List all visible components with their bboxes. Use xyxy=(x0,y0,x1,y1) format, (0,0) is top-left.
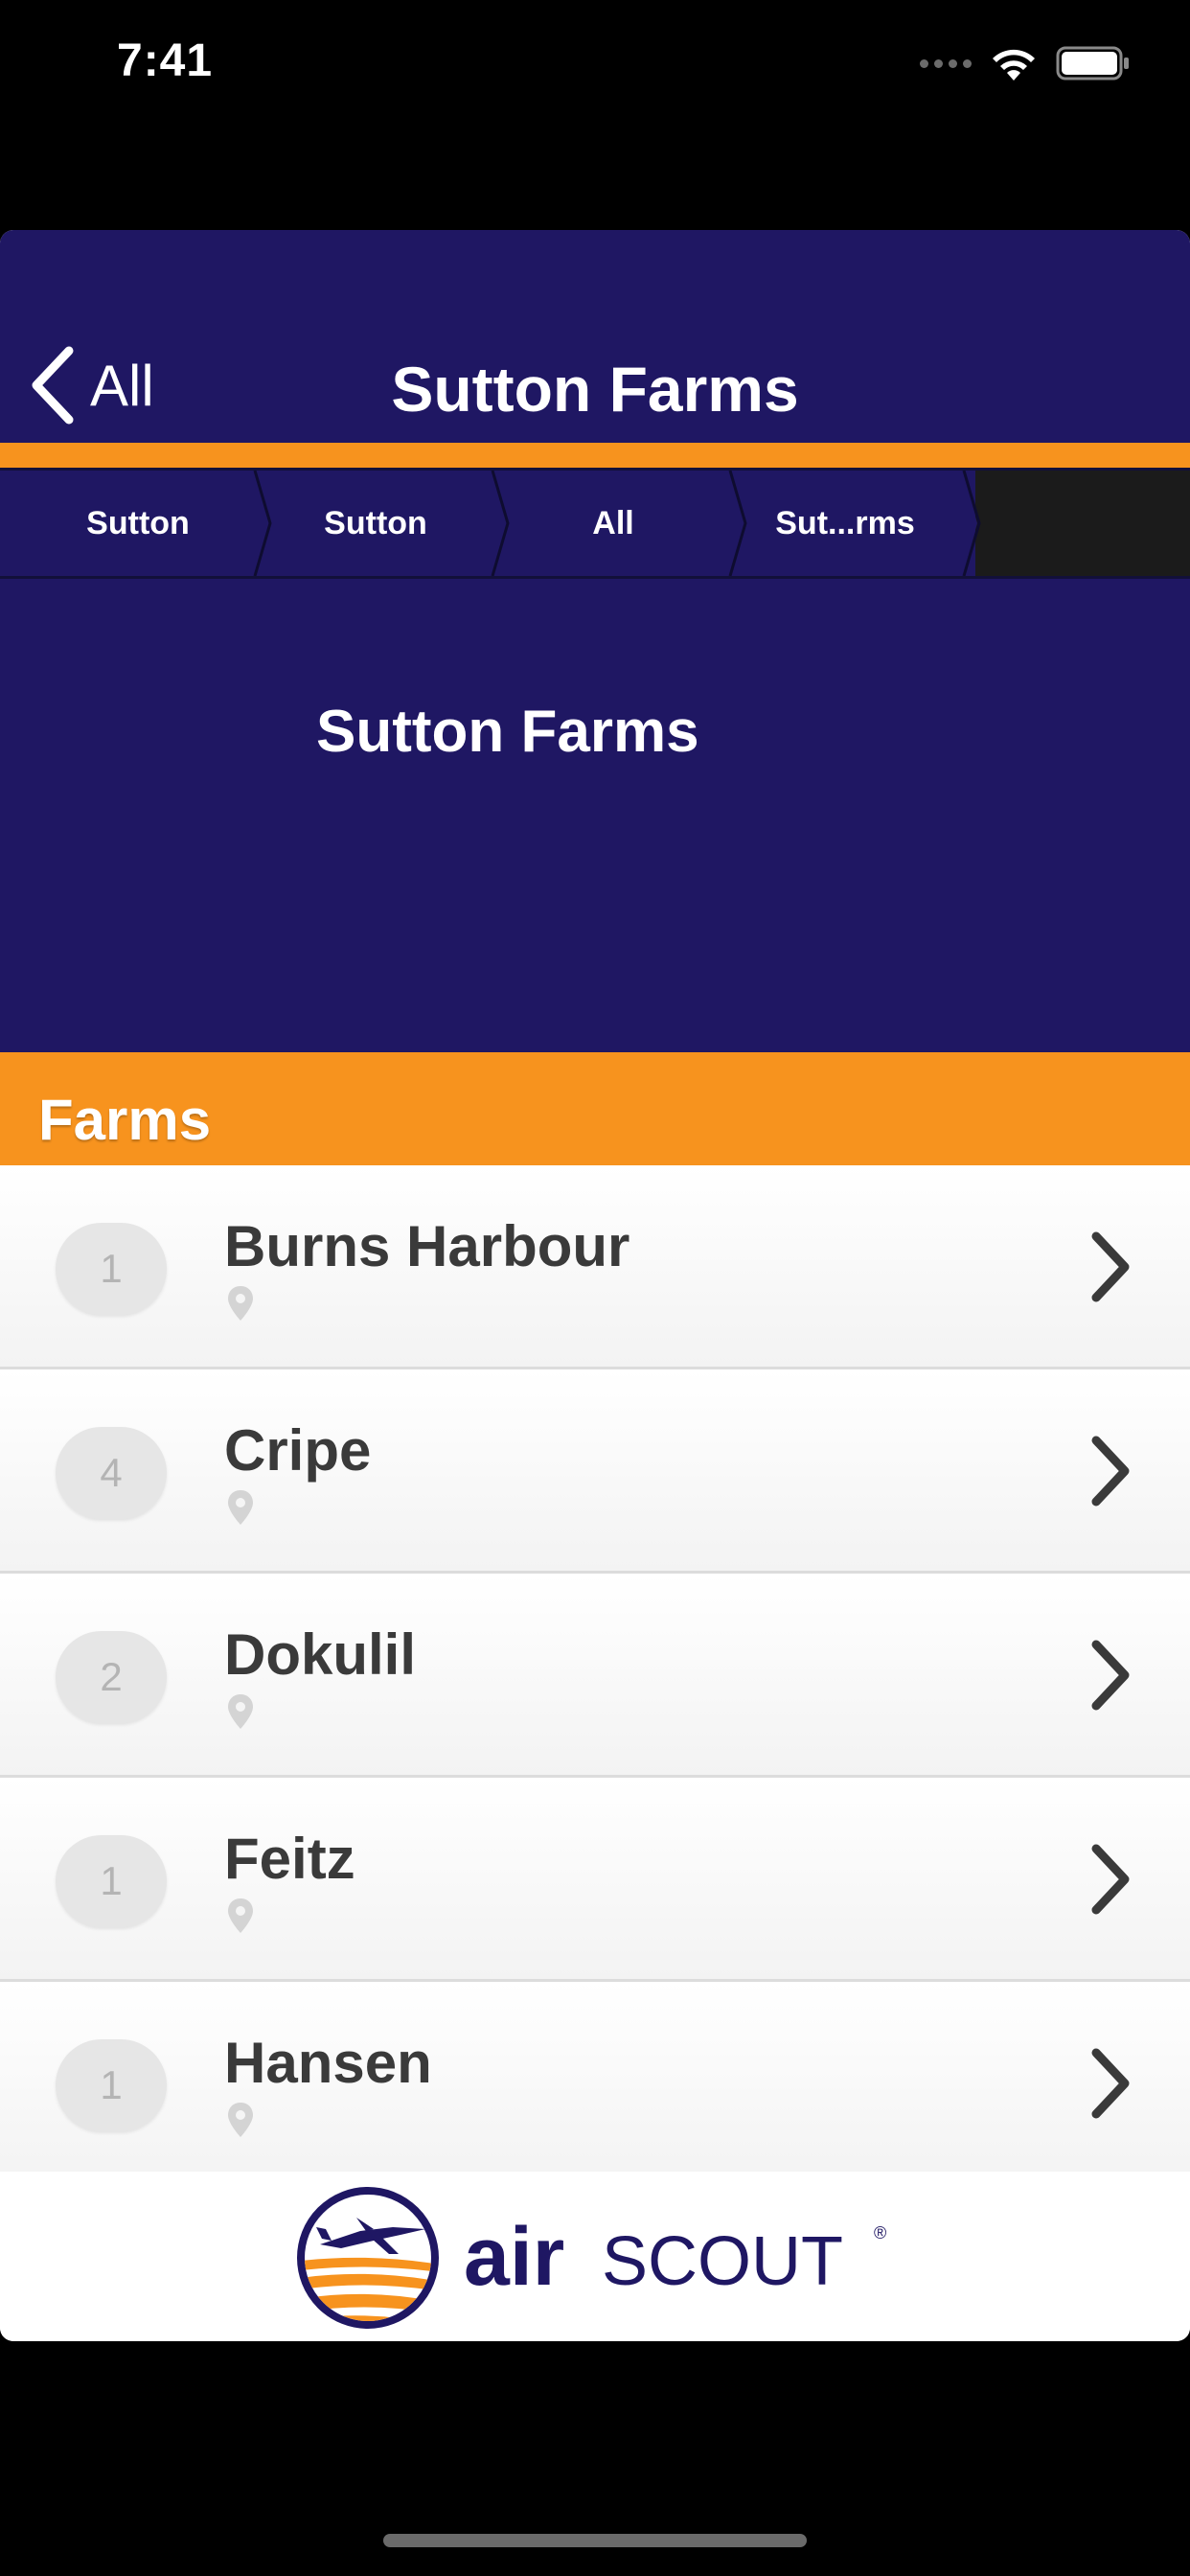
nav-accent-stripe xyxy=(0,443,1190,468)
list-item[interactable]: 2 Dokulil xyxy=(0,1574,1190,1778)
section-title: Farms xyxy=(38,1088,212,1152)
count-badge: 1 xyxy=(56,1835,167,1927)
map-pin-icon xyxy=(228,1898,253,1933)
map-pin-icon xyxy=(228,1694,253,1729)
farm-name: Hansen xyxy=(224,2031,432,2095)
nav-title: Sutton Farms xyxy=(391,354,799,425)
farm-name: Burns Harbour xyxy=(224,1214,630,1278)
count-badge: 1 xyxy=(56,2039,167,2131)
farm-name: Dokulil xyxy=(224,1622,417,1687)
footer: air SCOUT ® xyxy=(0,2172,1190,2341)
logo-registered-mark: ® xyxy=(874,2223,886,2242)
chevron-right-icon xyxy=(1091,1436,1130,1506)
status-time: 7:41 xyxy=(117,35,214,86)
count-badge: 4 xyxy=(56,1427,167,1519)
wifi-icon xyxy=(989,44,1039,82)
breadcrumb-separator xyxy=(962,471,981,576)
count-badge: 1 xyxy=(56,1223,167,1315)
list-item[interactable]: 4 Cripe xyxy=(0,1369,1190,1574)
logo-word-air: air xyxy=(464,2211,564,2303)
list-item[interactable]: 1 Feitz xyxy=(0,1778,1190,1982)
navigation-bar: All Sutton Farms xyxy=(0,230,1190,443)
map-pin-icon xyxy=(228,1286,253,1321)
status-bar: 7:41 xyxy=(0,0,1190,134)
section-header: Farms xyxy=(0,1052,1190,1165)
status-icons xyxy=(920,44,1131,82)
chevron-right-icon xyxy=(1091,1640,1130,1711)
map-pin-icon xyxy=(228,2103,253,2137)
farm-name: Feitz xyxy=(224,1827,355,1891)
count-badge: 2 xyxy=(56,1631,167,1723)
breadcrumb-empty-area xyxy=(975,471,1190,576)
header-title: Sutton Farms xyxy=(316,699,699,765)
airscout-logo: air SCOUT ® xyxy=(297,2187,886,2329)
list-item[interactable]: 1 Burns Harbour xyxy=(0,1165,1190,1369)
chevron-right-icon xyxy=(1091,1844,1130,1915)
logo-word-scout: SCOUT xyxy=(602,2223,843,2300)
breadcrumb-item[interactable]: Sutton xyxy=(19,471,257,576)
map-pin-icon xyxy=(228,1490,253,1525)
farm-list: 1 Burns Harbour 4 Cripe 2 Dokulil 1 Feit… xyxy=(0,1165,1190,2186)
cellular-signal-icon xyxy=(920,58,972,68)
battery-icon xyxy=(1056,45,1131,81)
header-panel: Sutton Farms xyxy=(0,579,1190,1052)
breadcrumb: Sutton Sutton All Sut...rms xyxy=(0,468,1190,579)
app-window: All Sutton Farms Sutton Sutton All Sut..… xyxy=(0,230,1190,2341)
farm-name: Cripe xyxy=(224,1418,372,1483)
list-item[interactable]: 1 Hansen xyxy=(0,1982,1190,2186)
chevron-right-icon xyxy=(1091,2048,1130,2119)
breadcrumb-item-current[interactable]: Sut...rms xyxy=(726,471,964,576)
breadcrumb-item[interactable]: All xyxy=(494,471,732,576)
breadcrumb-item[interactable]: Sutton xyxy=(257,471,494,576)
home-indicator[interactable] xyxy=(383,2534,807,2547)
chevron-right-icon xyxy=(1091,1231,1130,1302)
